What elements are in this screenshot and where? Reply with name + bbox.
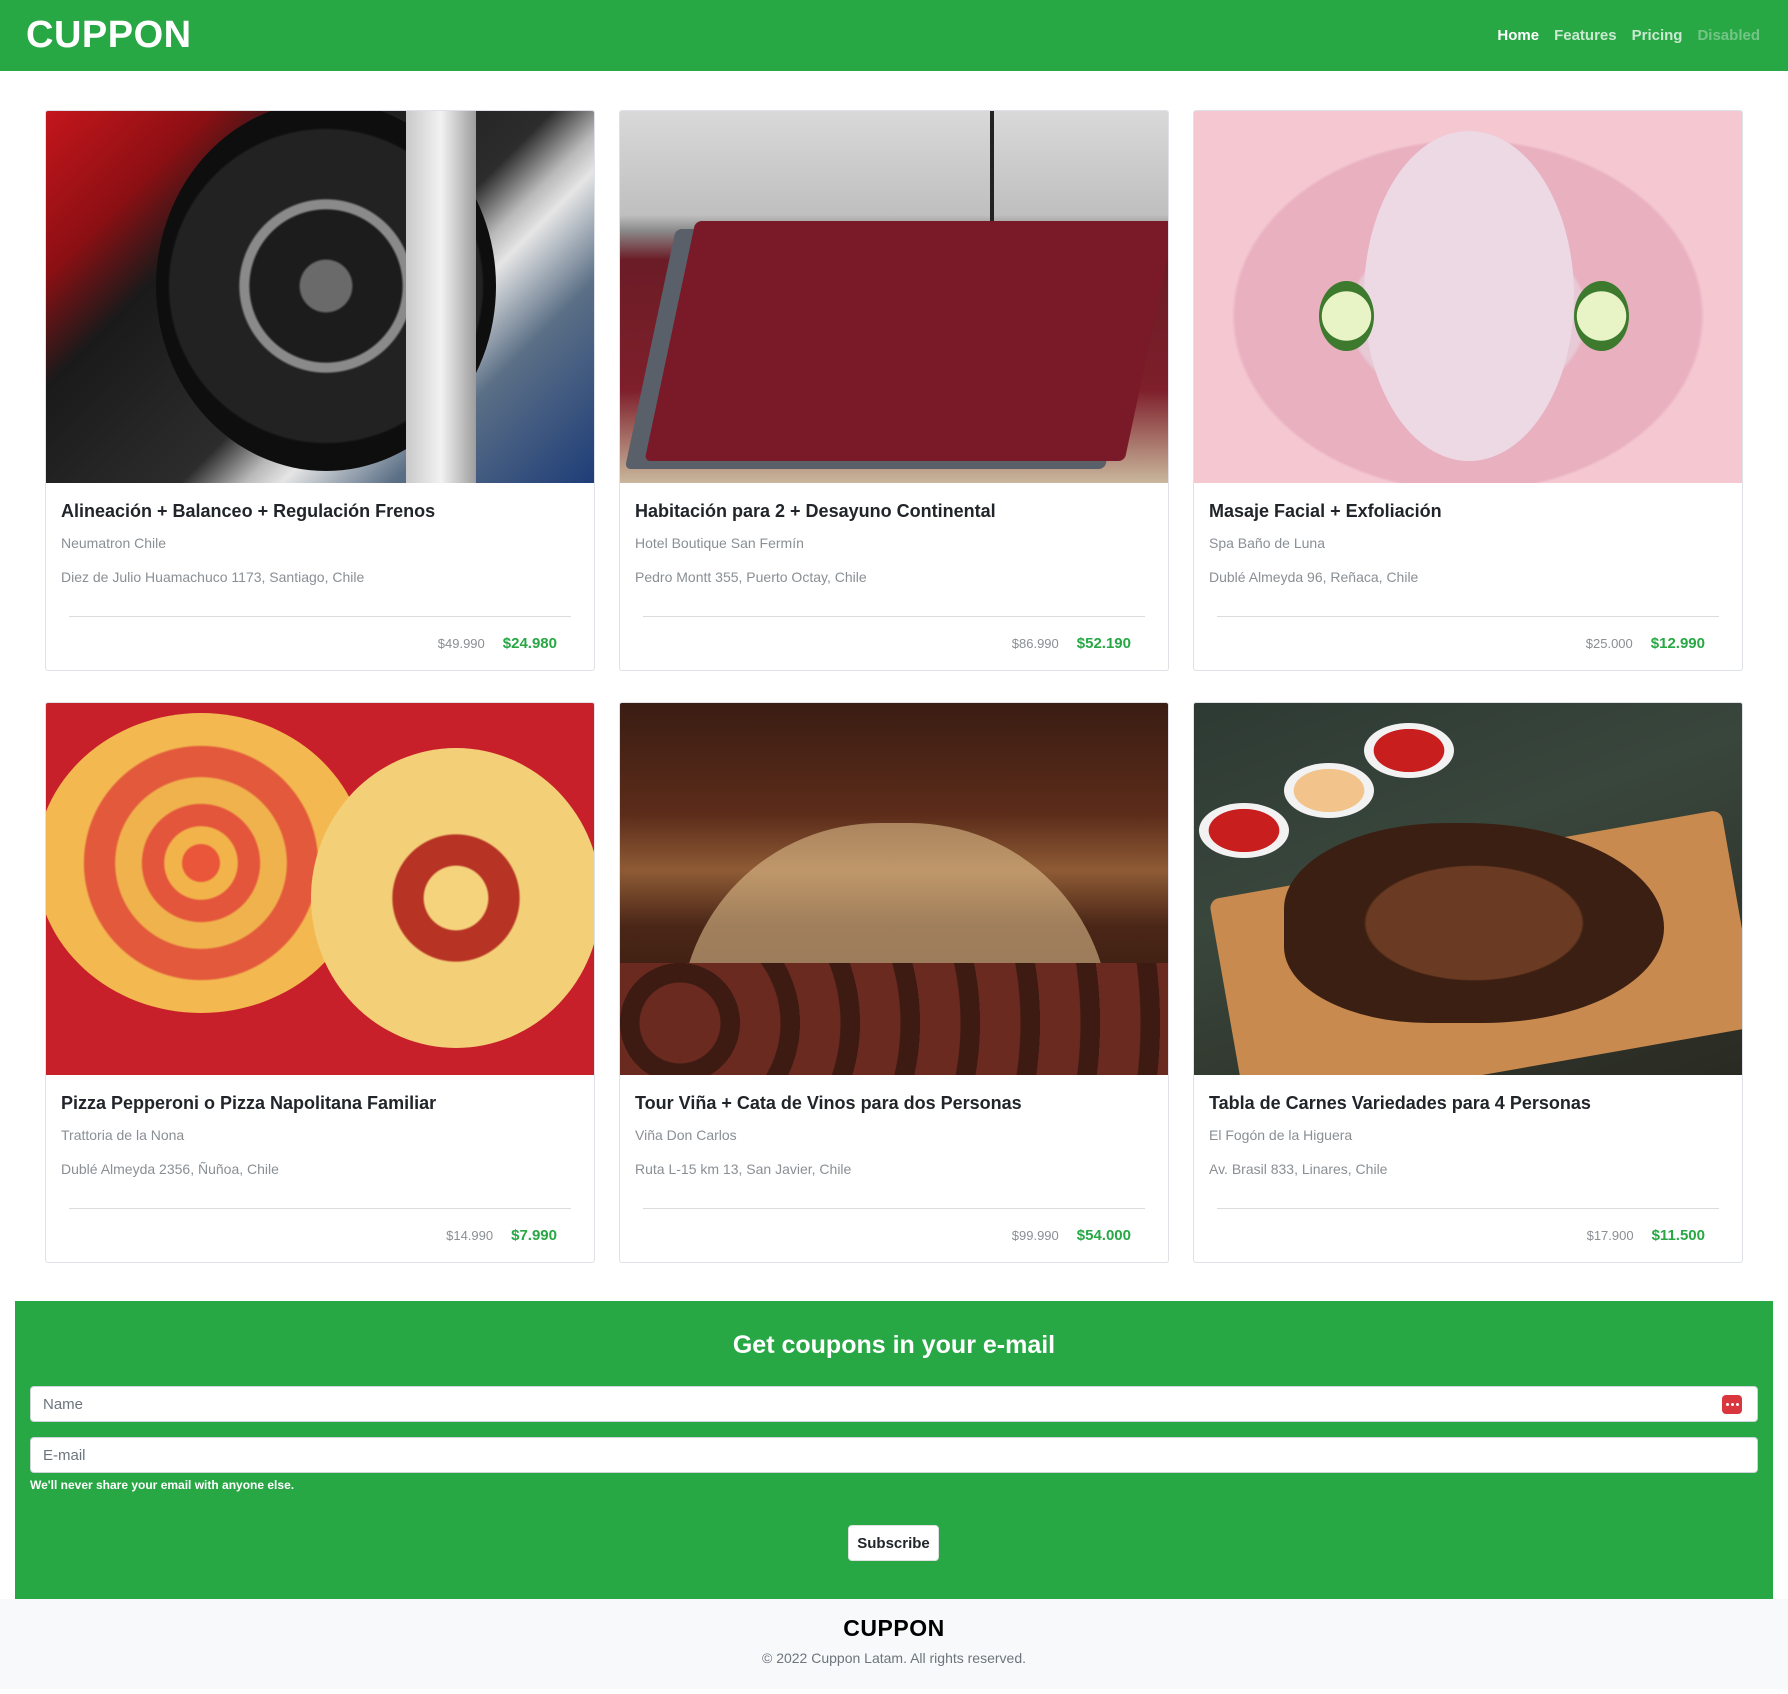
card-title[interactable]: Alineación + Balanceo + Regulación Freno… <box>61 501 579 522</box>
card-image-car-wheel-alignment <box>46 111 594 483</box>
card-title[interactable]: Pizza Pepperoni o Pizza Napolitana Famil… <box>61 1093 579 1114</box>
card-prices: $86.990 $52.190 <box>1012 635 1131 652</box>
nav-home-link[interactable]: Home <box>1497 27 1539 44</box>
card-title[interactable]: Tour Viña + Cata de Vinos para dos Perso… <box>635 1093 1153 1114</box>
email-help-text: We'll never share your email with anyone… <box>30 1478 295 1492</box>
subscribe-section: Get coupons in your e-mail We'll never s… <box>15 1301 1773 1599</box>
card-image-pizzas <box>46 703 594 1075</box>
card-address: Av. Brasil 833, Linares, Chile <box>1209 1161 1388 1177</box>
card-divider <box>643 616 1145 617</box>
new-price: $54.000 <box>1076 1227 1131 1244</box>
name-input[interactable] <box>31 1387 1757 1421</box>
card-address: Dublé Almeyda 96, Reñaca, Chile <box>1209 569 1419 585</box>
coupon-card[interactable]: Alineación + Balanceo + Regulación Freno… <box>45 110 595 671</box>
card-divider <box>643 1208 1145 1209</box>
footer-copyright: © 2022 Cuppon Latam. All rights reserved… <box>761 1650 1027 1666</box>
new-price: $7.990 <box>511 1227 557 1244</box>
card-divider <box>1217 616 1719 617</box>
subscribe-title: Get coupons in your e-mail <box>732 1331 1056 1359</box>
new-price: $11.500 <box>1651 1227 1705 1244</box>
subscribe-button[interactable]: Subscribe <box>848 1525 939 1561</box>
old-price: $17.900 <box>1586 1228 1634 1243</box>
card-divider <box>69 1208 571 1209</box>
coupon-card[interactable]: Pizza Pepperoni o Pizza Napolitana Famil… <box>45 702 595 1263</box>
card-title[interactable]: Habitación para 2 + Desayuno Continental <box>635 501 1153 522</box>
card-address: Ruta L-15 km 13, San Javier, Chile <box>635 1161 852 1177</box>
main-nav: Home Features Pricing Disabled <box>1497 27 1760 44</box>
card-image-grilled-meat <box>1194 703 1742 1075</box>
old-price: $99.990 <box>1011 1228 1059 1243</box>
old-price: $49.990 <box>437 636 485 651</box>
card-merchant: Neumatron Chile <box>61 535 167 551</box>
old-price: $14.990 <box>446 1228 494 1243</box>
old-price: $86.990 <box>1011 636 1059 651</box>
coupon-card[interactable]: Tabla de Carnes Variedades para 4 Person… <box>1193 702 1743 1263</box>
top-navbar: CUPPON Home Features Pricing Disabled <box>0 0 1788 71</box>
card-image-facial-mask <box>1194 111 1742 483</box>
new-price: $52.190 <box>1076 635 1131 652</box>
card-title[interactable]: Tabla de Carnes Variedades para 4 Person… <box>1209 1093 1727 1114</box>
card-address: Diez de Julio Huamachuco 1173, Santiago,… <box>61 569 365 585</box>
card-merchant: El Fogón de la Higuera <box>1209 1127 1353 1143</box>
nav-disabled-link: Disabled <box>1697 27 1760 44</box>
card-prices: $17.900 $11.500 <box>1587 1227 1705 1244</box>
card-prices: $14.990 $7.990 <box>446 1227 557 1244</box>
card-merchant: Viña Don Carlos <box>635 1127 737 1143</box>
new-price: $24.980 <box>502 635 557 652</box>
new-price: $12.990 <box>1650 635 1705 652</box>
footer-brand: CUPPON <box>843 1615 945 1641</box>
brand-logo[interactable]: CUPPON <box>26 14 192 57</box>
card-image-wine-cellar <box>620 703 1168 1075</box>
card-title[interactable]: Masaje Facial + Exfoliación <box>1209 501 1727 522</box>
old-price: $25.000 <box>1585 636 1633 651</box>
password-manager-icon[interactable] <box>1722 1395 1742 1414</box>
card-divider <box>69 616 571 617</box>
email-field-wrapper <box>30 1437 1758 1473</box>
name-field-wrapper <box>30 1386 1758 1422</box>
email-input[interactable] <box>31 1438 1757 1472</box>
card-divider <box>1217 1208 1719 1209</box>
card-prices: $49.990 $24.980 <box>438 635 557 652</box>
coupon-card[interactable]: Masaje Facial + Exfoliación Spa Baño de … <box>1193 110 1743 671</box>
page-footer: CUPPON © 2022 Cuppon Latam. All rights r… <box>0 1599 1788 1689</box>
nav-features-link[interactable]: Features <box>1554 27 1617 44</box>
card-prices: $25.000 $12.990 <box>1586 635 1705 652</box>
card-merchant: Spa Baño de Luna <box>1209 535 1325 551</box>
card-merchant: Trattoria de la Nona <box>61 1127 185 1143</box>
coupon-card[interactable]: Habitación para 2 + Desayuno Continental… <box>619 110 1169 671</box>
card-address: Dublé Almeyda 2356, Ñuñoa, Chile <box>61 1161 279 1177</box>
card-prices: $99.990 $54.000 <box>1012 1227 1131 1244</box>
nav-pricing-link[interactable]: Pricing <box>1632 27 1683 44</box>
coupon-grid: Alineación + Balanceo + Regulación Freno… <box>45 110 1743 1263</box>
coupon-card[interactable]: Tour Viña + Cata de Vinos para dos Perso… <box>619 702 1169 1263</box>
card-address: Pedro Montt 355, Puerto Octay, Chile <box>635 569 867 585</box>
card-merchant: Hotel Boutique San Fermín <box>635 535 804 551</box>
card-image-hotel-bed <box>620 111 1168 483</box>
